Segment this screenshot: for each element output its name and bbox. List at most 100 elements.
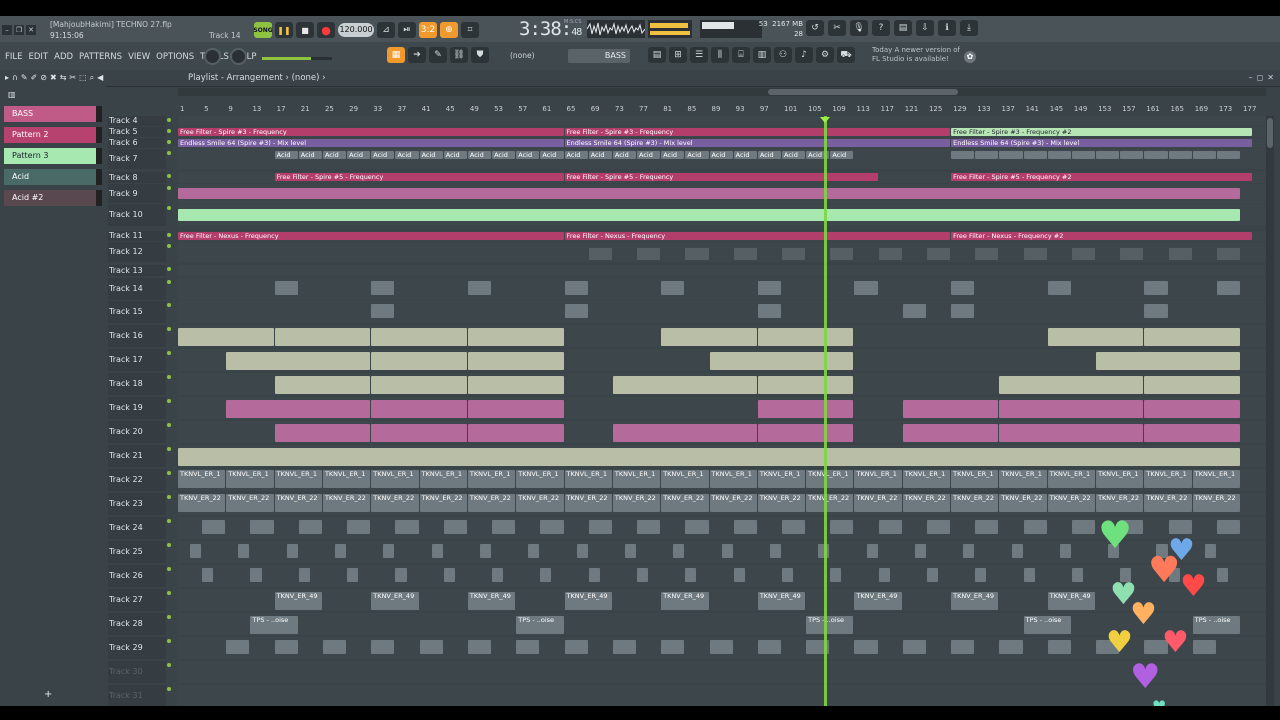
vertical-scrollbar[interactable] [1266,116,1274,706]
playlist-clip[interactable]: Acid [347,151,371,159]
menu-view[interactable]: VIEW [128,52,150,62]
plugin-picker-icon[interactable]: ⚇ [774,47,792,63]
playlist-clip[interactable] [395,520,419,534]
playlist-clip[interactable] [576,544,588,558]
playlist-clip[interactable] [1071,568,1083,582]
track-lane[interactable]: Free Filter - Spire #3 - Frequency Free F… [178,127,1266,137]
playlist-clip[interactable] [202,520,226,534]
playlist-clip[interactable] [564,281,588,295]
playlist-clip[interactable] [443,520,467,534]
track-name[interactable]: Track 15 [108,301,166,323]
playlist-clip[interactable]: TKNV_ER_22 [806,494,854,512]
link-icon[interactable]: ⛓ [450,47,468,63]
track-lane[interactable] [178,325,1266,347]
channel-rack-icon[interactable]: ⊞ [669,47,687,63]
playlist-clip[interactable] [963,544,975,558]
speaker-icon[interactable]: ◀ [97,73,103,83]
pattern-counter[interactable]: 3:2 [419,22,437,38]
playlist-clip[interactable] [757,400,854,418]
playlist-clip[interactable]: TKNVL_ER_1 [371,470,419,488]
playlist-clip[interactable] [250,568,262,582]
track-name[interactable]: Track 28 [108,613,166,635]
menu-add[interactable]: ADD [54,52,73,62]
playlist-clip[interactable]: TKNV_ER_22 [661,494,709,512]
playlist-clip[interactable]: TKNV_ER_22 [1047,494,1096,512]
track-lane[interactable]: Free Filter - Nexus - Frequency Free Filt… [178,231,1266,241]
playlist-clip[interactable] [347,568,359,582]
playlist-clip[interactable]: TKNVL_ER_1 [1144,470,1192,488]
playlist-clip[interactable] [733,248,757,260]
playlist-clip[interactable]: TPS - ..oise [806,616,854,634]
track-lane[interactable] [178,116,1266,126]
track-mute-led[interactable] [166,116,172,126]
pattern-item[interactable]: BASS [4,106,102,122]
playlist-clip[interactable] [371,424,467,442]
track-mute-led[interactable] [166,265,172,276]
playlist-clip[interactable] [830,248,854,260]
pattern-item[interactable]: Acid [4,169,102,185]
playlist-clip[interactable] [709,640,733,654]
playlist-clip[interactable] [371,640,395,654]
track-lane[interactable] [178,204,1266,226]
close-icon[interactable]: ✕ [1267,73,1274,82]
track-name[interactable]: Track 22 [108,469,166,491]
playlist-clip[interactable] [178,328,274,346]
playlist-clip[interactable] [274,352,371,370]
playlist-clip[interactable]: Free Filter - Nexus - Frequency #2 [951,232,1253,240]
playlist-clip[interactable]: TKNV_ER_22 [951,494,999,512]
playlist-clip[interactable]: TKNV_ER_22 [371,494,419,512]
track-mute-led[interactable] [166,613,172,635]
playlist-clip[interactable] [1047,376,1144,394]
playlist-clip[interactable] [902,304,926,318]
master-pitch-knob[interactable] [230,48,247,65]
playlist-clip[interactable] [661,328,757,346]
track-name[interactable]: Track 19 [108,397,166,419]
track-lane[interactable]: TKNVL_ER_1 TKNVL_ER_1 TKNVL_ER_1 TKNVL_ER_1… [178,469,1266,491]
playlist-clip[interactable]: TKNV_ER_22 [1144,494,1192,512]
pencil-icon[interactable]: ✎ [429,47,447,63]
playlist-clip[interactable]: Acid [661,151,685,159]
playlist-clip[interactable] [1047,640,1071,654]
playlist-clip[interactable] [1216,281,1241,295]
channel-selector[interactable]: BASS [568,49,630,63]
restore-icon[interactable]: ❐ [14,25,24,35]
playlist-clip[interactable] [588,248,612,260]
playlist-clip[interactable] [830,568,842,582]
track-mute-led[interactable] [166,204,172,226]
pattern-item[interactable]: Pattern 3 [4,148,102,164]
track-lane[interactable]: Acid Acid Acid Acid Acid Acid Acid Acid Acid Acid… [178,149,1266,169]
playlist-clip[interactable] [1144,328,1241,346]
track-name[interactable]: Track 26 [108,565,166,587]
playlist-clip[interactable] [661,424,757,442]
playlist-clip[interactable]: TKNVL_ER_1 [274,470,322,488]
track-lane[interactable] [178,184,1266,203]
playlist-clip[interactable] [878,568,890,582]
pattern-item[interactable]: Pattern 2 [4,127,102,143]
minimize-icon[interactable]: – [2,25,12,35]
playlist-clip[interactable] [830,520,854,534]
track-name[interactable]: Track 17 [108,349,166,371]
playlist-clip[interactable] [467,376,564,394]
playlist-clip[interactable]: Endless Smile 64 (Spire #3) - Mix level [178,139,564,147]
track-mute-led[interactable] [166,421,172,443]
playlist-clip[interactable] [274,328,371,346]
playlist-clip[interactable] [467,640,492,654]
playlist-clip[interactable] [1144,281,1168,295]
track-name[interactable]: Track 11 [108,231,166,241]
track-mute-led[interactable] [166,685,172,706]
playlist-clip[interactable]: TKNV_ER_49 [371,592,419,610]
playlist-clip[interactable]: TKNVL_ER_1 [1096,470,1144,488]
playlist-clip[interactable]: TPS - ..oise [516,616,564,634]
playlist-clip[interactable] [274,424,371,442]
playlist-clip[interactable] [1047,400,1144,418]
track-mute-led[interactable] [166,301,172,323]
playlist-clip[interactable] [322,640,347,654]
playlist-clip[interactable] [492,568,504,582]
track-name[interactable]: Track 16 [108,325,166,347]
playlist-clip[interactable]: TKNV_ER_22 [999,494,1047,512]
playlist-clip[interactable] [588,568,600,582]
playlist-clip[interactable] [178,448,1241,466]
touch-keyboard-icon[interactable]: ♪ [795,47,813,63]
track-mute-led[interactable] [166,278,172,300]
track-name[interactable]: Track 10 [108,204,166,226]
